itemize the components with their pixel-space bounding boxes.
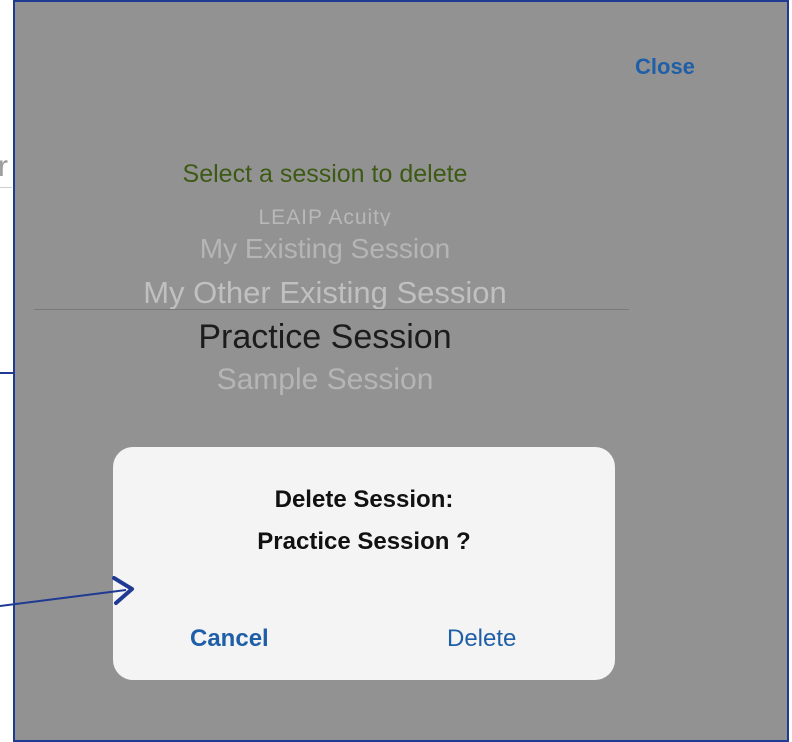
annotation-arrow-shaft bbox=[0, 589, 127, 607]
arrow-right-icon bbox=[0, 576, 134, 607]
